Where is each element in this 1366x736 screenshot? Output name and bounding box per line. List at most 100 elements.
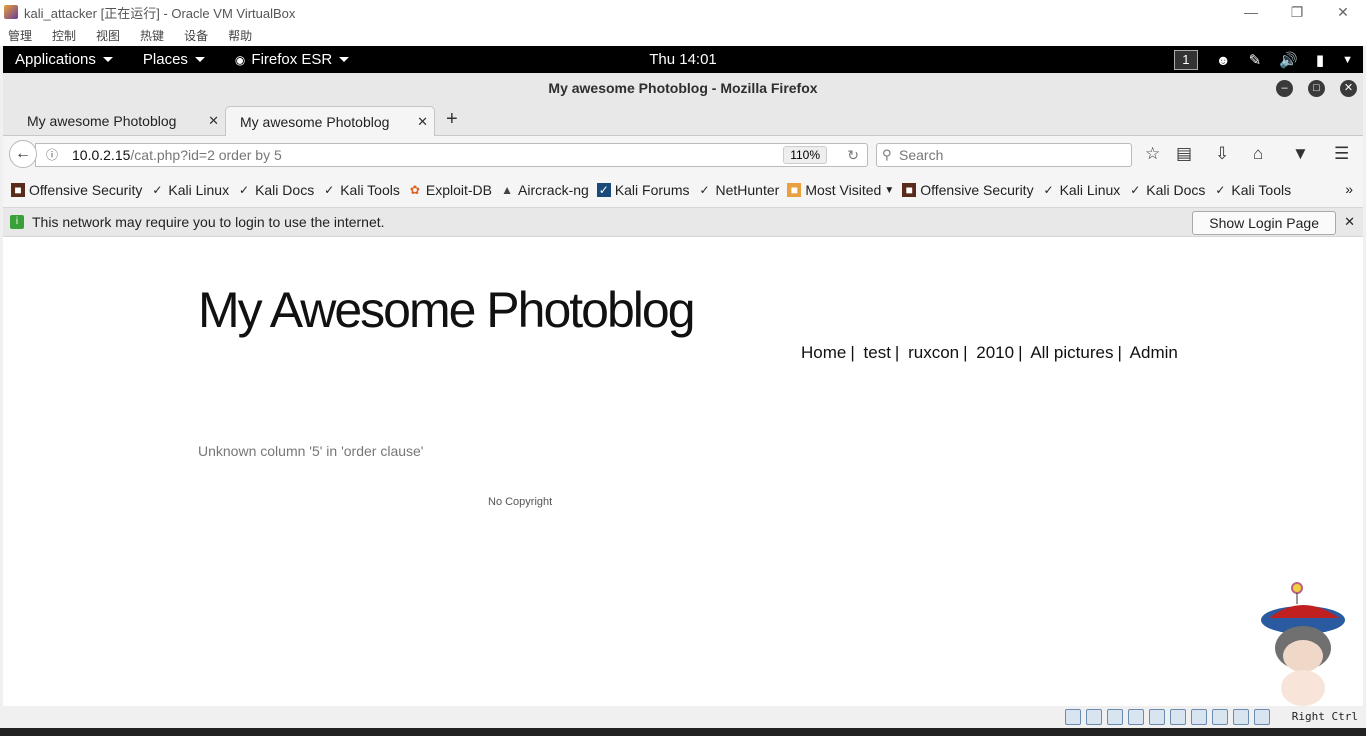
back-button[interactable]: ← bbox=[9, 140, 37, 168]
virtualbox-menu-bar: 管理 控制 视图 热键 设备 帮助 bbox=[0, 24, 1366, 46]
harddisk-icon[interactable] bbox=[1065, 709, 1081, 725]
virtualbox-window: kali_attacker [正在运行] - Oracle VM Virtual… bbox=[0, 0, 1366, 736]
bookmark-star-icon[interactable]: ☆ bbox=[1145, 144, 1160, 164]
bookmarks-toolbar: ■ Offensive Security ✓ Kali Linux ✓ Kali Do… bbox=[3, 173, 1363, 207]
bookmark-item[interactable]: ✓ Kali Linux bbox=[1042, 182, 1121, 198]
folder-icon: ■ bbox=[787, 183, 802, 197]
show-login-page-button[interactable]: Show Login Page bbox=[1192, 211, 1336, 235]
bookmark-item[interactable]: ✓ Kali Tools bbox=[322, 182, 400, 198]
restore-icon[interactable]: ❐ bbox=[1274, 0, 1320, 24]
app-menu-label: Firefox ESR bbox=[251, 51, 333, 68]
captive-portal-notification: i This network may require you to login … bbox=[3, 207, 1363, 237]
site-info-icon[interactable]: ⓘ bbox=[46, 144, 58, 166]
kali-dragon-icon: ✓ bbox=[152, 183, 163, 197]
nav-link-home[interactable]: Home bbox=[801, 343, 846, 362]
nav-separator: | bbox=[1117, 343, 1122, 362]
people-icon[interactable]: ☻ bbox=[1216, 52, 1231, 68]
volume-icon[interactable]: 🔊 bbox=[1279, 51, 1298, 69]
nav-link-ruxcon[interactable]: ruxcon bbox=[908, 343, 959, 362]
battery-icon[interactable]: ▮ bbox=[1316, 51, 1324, 69]
nav-separator: | bbox=[894, 343, 900, 362]
optical-drive-icon[interactable] bbox=[1086, 709, 1102, 725]
kali-dragon-icon: ✓ bbox=[1215, 183, 1226, 197]
audio-icon[interactable] bbox=[1107, 709, 1123, 725]
tab-close-icon[interactable]: ✕ bbox=[208, 113, 219, 129]
applications-menu[interactable]: Applications bbox=[15, 51, 113, 68]
site-navigation: Home | test | ruxcon | 2010 | All pictures | … bbox=[801, 343, 1182, 363]
bookmark-item[interactable]: ✿ Exploit-DB bbox=[408, 182, 492, 198]
search-placeholder: Search bbox=[899, 147, 944, 163]
display-icon[interactable] bbox=[1191, 709, 1207, 725]
nav-link-all-pictures[interactable]: All pictures bbox=[1030, 343, 1113, 362]
menu-item-view[interactable]: 视图 bbox=[96, 27, 120, 44]
pen-icon[interactable]: ✎ bbox=[1249, 51, 1262, 69]
menu-item-help[interactable]: 帮助 bbox=[228, 27, 252, 44]
new-tab-plus-icon[interactable]: + bbox=[446, 108, 458, 131]
places-label: Places bbox=[142, 51, 188, 68]
reload-icon[interactable]: ↻ bbox=[847, 144, 859, 166]
app-menu[interactable]: ◉ Firefox ESR bbox=[235, 51, 350, 68]
cpu-icon[interactable] bbox=[1233, 709, 1249, 725]
mouse-integration-icon[interactable] bbox=[1254, 709, 1270, 725]
places-menu[interactable]: Places bbox=[143, 51, 205, 68]
zoom-indicator[interactable]: 110% bbox=[783, 146, 827, 164]
notification-close-icon[interactable]: ✕ bbox=[1344, 214, 1355, 230]
reading-list-icon[interactable]: ▤ bbox=[1176, 144, 1192, 164]
network-icon[interactable] bbox=[1128, 709, 1144, 725]
bookmark-item[interactable]: ■ Offensive Security bbox=[11, 182, 142, 198]
virtualbox-app-icon bbox=[4, 5, 18, 19]
tab-strip: My awesome Photoblog ✕ My awesome Photob… bbox=[3, 104, 1363, 136]
bookmark-item[interactable]: ✓ Kali Docs bbox=[1128, 182, 1205, 198]
tab-close-icon[interactable]: ✕ bbox=[417, 114, 428, 130]
usb-icon[interactable] bbox=[1149, 709, 1165, 725]
workspace-indicator[interactable]: 1 bbox=[1173, 49, 1198, 70]
bookmark-item[interactable]: ✓ Kali Docs bbox=[237, 182, 314, 198]
url-host: 10.0.2.15 bbox=[72, 147, 131, 163]
bookmark-item[interactable]: ✓ Kali Forums bbox=[596, 182, 690, 198]
host-key-label: Right Ctrl bbox=[1291, 710, 1358, 723]
bookmark-item[interactable]: ✓ Kali Tools bbox=[1213, 182, 1291, 198]
pocket-icon[interactable]: ▼ bbox=[1292, 144, 1309, 164]
bookmark-item[interactable]: ▲ Aircrack-ng bbox=[500, 182, 589, 198]
nav-link-test[interactable]: test bbox=[864, 343, 891, 362]
tab-2-active[interactable]: My awesome Photoblog ✕ bbox=[225, 106, 435, 136]
nav-link-2010[interactable]: 2010 bbox=[976, 343, 1014, 362]
menu-item-devices[interactable]: 设备 bbox=[184, 27, 208, 44]
sql-error-message: Unknown column '5' in 'order clause' bbox=[198, 443, 424, 459]
bookmark-item[interactable]: ■ Offensive Security bbox=[902, 182, 1034, 198]
kali-dragon-icon: ✓ bbox=[1130, 183, 1141, 197]
bookmark-label: NetHunter bbox=[715, 182, 780, 198]
nav-separator: | bbox=[1018, 343, 1023, 362]
bookmark-label: Kali Linux bbox=[168, 182, 230, 198]
bookmark-item[interactable]: ✓ NetHunter bbox=[698, 182, 780, 198]
hamburger-menu-icon[interactable]: ☰ bbox=[1334, 144, 1349, 164]
gnome-top-bar: Applications Places ◉ Firefox ESR Thu 14… bbox=[3, 46, 1363, 73]
close-icon[interactable]: ✕ bbox=[1340, 80, 1357, 97]
search-input[interactable]: ⚲ Search bbox=[876, 143, 1132, 167]
bookmark-label: Kali Tools bbox=[1231, 182, 1292, 198]
menu-item-hotkeys[interactable]: 热键 bbox=[140, 27, 164, 44]
nav-link-admin[interactable]: Admin bbox=[1130, 343, 1178, 362]
tab-1[interactable]: My awesome Photoblog ✕ bbox=[13, 106, 225, 136]
video-capture-icon[interactable] bbox=[1212, 709, 1228, 725]
bookmarks-overflow-icon[interactable]: » bbox=[1345, 181, 1353, 197]
minimize-icon[interactable]: – bbox=[1276, 80, 1293, 97]
system-menu-caret-icon[interactable]: ▼ bbox=[1342, 54, 1353, 66]
menu-item-control[interactable]: 控制 bbox=[52, 27, 76, 44]
close-icon[interactable]: ✕ bbox=[1320, 0, 1366, 24]
notification-text: This network may require you to login to… bbox=[32, 214, 385, 230]
menu-item-manage[interactable]: 管理 bbox=[8, 27, 32, 44]
url-bar[interactable]: ⓘ 10.0.2.15/cat.php?id=2 order by 5 110%… bbox=[35, 143, 868, 167]
home-icon[interactable]: ⌂ bbox=[1253, 144, 1263, 164]
minimize-icon[interactable]: — bbox=[1228, 0, 1274, 24]
clock[interactable]: Thu 14:01 bbox=[3, 51, 1363, 68]
firefox-window-title: My awesome Photoblog - Mozilla Firefox bbox=[548, 80, 818, 96]
bookmark-label: Offensive Security bbox=[920, 182, 1034, 198]
virtualbox-title: kali_attacker [正在运行] - Oracle VM Virtual… bbox=[24, 5, 296, 21]
shared-folders-icon[interactable] bbox=[1170, 709, 1186, 725]
bookmark-item[interactable]: ✓ Kali Linux bbox=[150, 182, 229, 198]
bookmark-folder-most-visited[interactable]: ■ Most Visited ▼ bbox=[787, 182, 894, 198]
maximize-icon[interactable]: □ bbox=[1308, 80, 1325, 97]
url-path: /cat.php?id=2 order by 5 bbox=[130, 147, 282, 163]
downloads-icon[interactable]: ⇩ bbox=[1215, 144, 1229, 164]
